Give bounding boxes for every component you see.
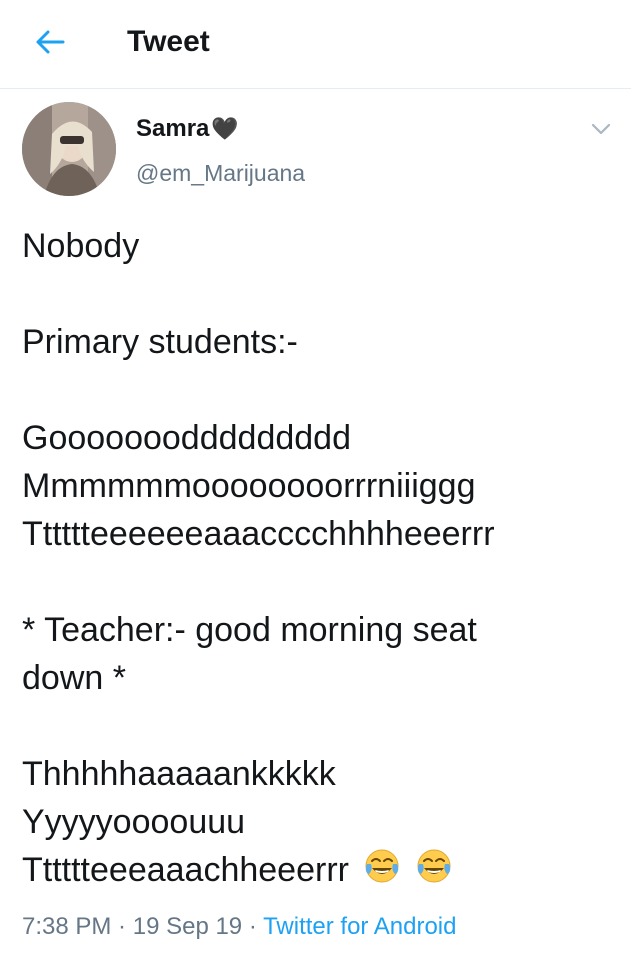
- black-heart-icon: 🖤: [211, 116, 239, 141]
- tweet-source-link[interactable]: Twitter for Android: [263, 913, 456, 940]
- tweet-line: Mmmmmmoooooooorrrniiiggg: [22, 467, 476, 505]
- author-name-text: Samra: [136, 115, 210, 142]
- tweet-line-text: Tttttteeeaaachheeerrr: [22, 851, 349, 889]
- tweet-line: Thhhhhaaaaankkkkk: [22, 755, 336, 793]
- tweet-line: Yyyyyoooouuu: [22, 803, 246, 841]
- tweet-last-line: Tttttteeeaaachheeerrr: [22, 846, 622, 894]
- tweet-date[interactable]: 19 Sep 19: [133, 913, 242, 940]
- tweet-line: Goooooooddddddddd: [22, 419, 351, 457]
- tweet-time[interactable]: 7:38 PM: [22, 913, 111, 940]
- top-bar: Tweet: [0, 0, 631, 89]
- tweet-line: Nobody: [22, 227, 140, 265]
- tweet-metadata: 7:38 PM · 19 Sep 19 · Twitter for Androi…: [22, 910, 456, 944]
- avatar[interactable]: [22, 102, 116, 196]
- tweet-text: Nobody Primary students:- Gooooooodddddd…: [22, 222, 622, 894]
- tweet-line: down *: [22, 659, 126, 697]
- face-with-tears-of-joy-icon: [364, 848, 400, 897]
- tweet-line: Primary students:-: [22, 323, 298, 361]
- meta-separator: ·: [111, 913, 133, 940]
- author-display-name[interactable]: Samra 🖤: [136, 114, 239, 144]
- arrow-left-icon: [36, 30, 65, 54]
- face-with-tears-of-joy-icon: [416, 848, 452, 897]
- tweet-line: * Teacher:- good morning seat: [22, 611, 477, 649]
- page-title: Tweet: [127, 25, 210, 58]
- meta-separator: ·: [242, 913, 264, 940]
- tweet-line: Tttttteeeeeeaaacccchhhheeerrr: [22, 515, 495, 553]
- avatar-image: [22, 102, 116, 196]
- chevron-down-icon[interactable]: [588, 116, 614, 142]
- back-button[interactable]: [30, 22, 70, 62]
- author-handle[interactable]: @em_Marijuana: [136, 158, 305, 188]
